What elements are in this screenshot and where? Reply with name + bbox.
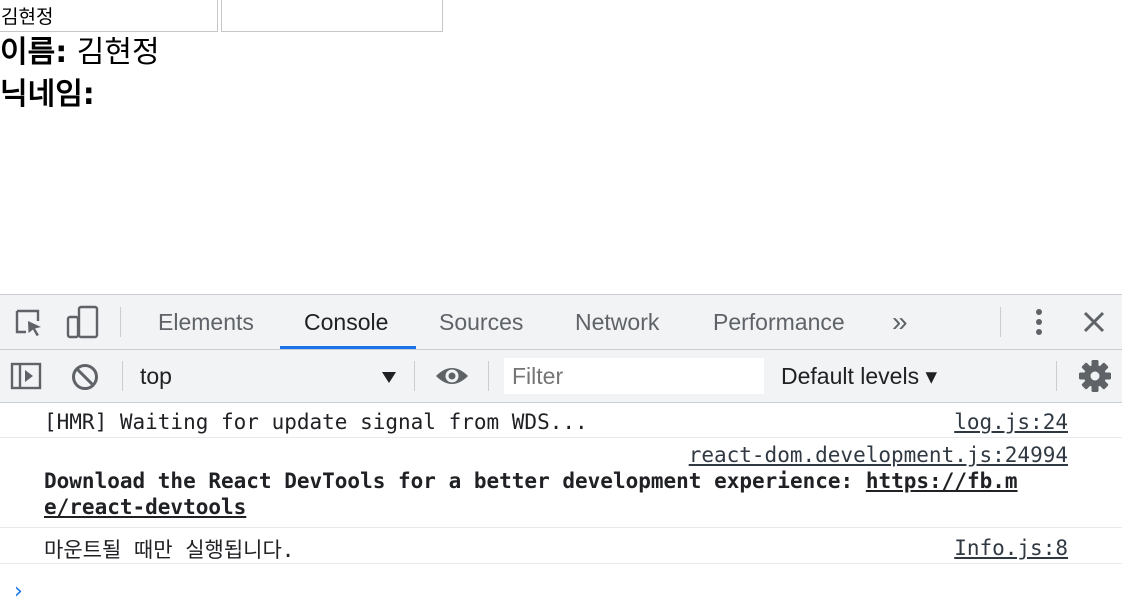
name-value: 김현정: [76, 35, 160, 70]
devtools-panel: Elements Console Sources Network Perform…: [0, 294, 1122, 609]
context-selector[interactable]: top: [140, 350, 172, 402]
nickname-label: 닉네임:: [0, 77, 95, 112]
separator: [122, 361, 123, 391]
more-tabs-icon[interactable]: »: [892, 295, 908, 349]
tab-sources[interactable]: Sources: [439, 295, 523, 349]
console-message: 마운트될 때만 실행됩니다. Info.js:8: [0, 528, 1122, 564]
name-input[interactable]: [0, 0, 218, 32]
inspect-element-icon[interactable]: [14, 308, 44, 342]
active-tab-indicator: [280, 346, 416, 349]
message-bold-text: Download the React DevTools for a better…: [44, 469, 866, 493]
devtools-tabbar: Elements Console Sources Network Perform…: [0, 295, 1122, 350]
separator: [1000, 307, 1001, 337]
log-levels-dropdown[interactable]: Default levels ▾: [781, 350, 937, 402]
console-prompt-icon[interactable]: ›: [14, 579, 23, 604]
devtools-link-continued[interactable]: e/react-devtools: [44, 495, 246, 519]
separator: [414, 361, 415, 391]
message-text: Download the React DevTools for a better…: [44, 469, 1018, 493]
separator: [1056, 361, 1057, 391]
message-text: [HMR] Waiting for update signal from WDS…: [44, 410, 588, 434]
tab-performance[interactable]: Performance: [713, 295, 845, 349]
clear-console-icon[interactable]: [70, 362, 100, 396]
dropdown-arrow-icon[interactable]: [381, 369, 397, 388]
tab-console[interactable]: Console: [304, 295, 388, 349]
separator: [488, 361, 489, 391]
console-message: [HMR] Waiting for update signal from WDS…: [0, 403, 1122, 438]
separator: [120, 307, 121, 337]
tab-network[interactable]: Network: [575, 295, 659, 349]
show-sidebar-icon[interactable]: [10, 362, 42, 394]
gear-icon[interactable]: [1078, 359, 1112, 397]
tab-elements[interactable]: Elements: [158, 295, 254, 349]
app-area: 이름: 김현정 닉네임:: [0, 0, 1122, 294]
close-icon[interactable]: [1082, 310, 1106, 338]
nickname-display: 닉네임:: [0, 77, 95, 113]
message-source-link[interactable]: Info.js:8: [954, 536, 1068, 560]
device-toolbar-icon[interactable]: [66, 305, 100, 343]
devtools-link[interactable]: https://fb.m: [866, 469, 1018, 493]
name-display: 이름: 김현정: [0, 35, 160, 71]
kebab-menu-icon[interactable]: [1030, 307, 1048, 341]
message-source-link[interactable]: react-dom.development.js:24994: [689, 443, 1068, 467]
message-text: 마운트될 때만 실행됩니다.: [44, 538, 295, 562]
filter-input[interactable]: [504, 358, 764, 394]
console-output: [HMR] Waiting for update signal from WDS…: [0, 403, 1122, 609]
console-toolbar: top Default levels ▾: [0, 350, 1122, 403]
eye-icon[interactable]: [434, 362, 470, 394]
message-source-link[interactable]: log.js:24: [954, 410, 1068, 434]
console-message: react-dom.development.js:24994 Download …: [0, 438, 1122, 528]
nickname-input[interactable]: [221, 0, 443, 32]
name-label: 이름:: [0, 35, 68, 70]
